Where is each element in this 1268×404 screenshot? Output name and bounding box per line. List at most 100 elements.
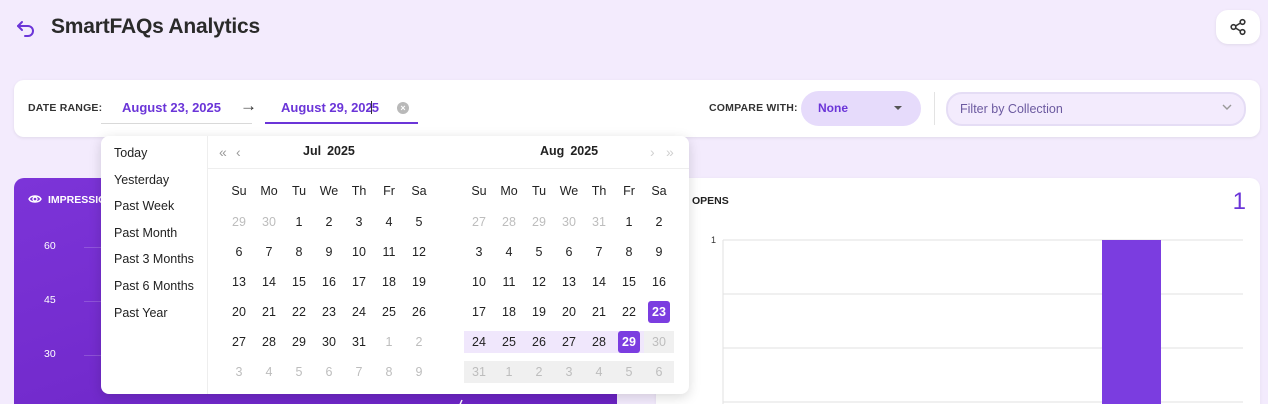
calendar-day[interactable]: 9 bbox=[404, 361, 434, 383]
prev-month-icon[interactable]: ‹ bbox=[236, 144, 241, 160]
calendar-day[interactable]: 27 bbox=[554, 331, 584, 353]
calendar-day[interactable]: 12 bbox=[404, 241, 434, 263]
calendar-day[interactable]: 30 bbox=[254, 211, 284, 233]
next-year-icon[interactable]: » bbox=[666, 144, 674, 160]
calendar-day[interactable]: 28 bbox=[584, 331, 614, 353]
calendar-day[interactable]: 27 bbox=[464, 211, 494, 233]
clear-date-icon[interactable]: × bbox=[397, 102, 409, 114]
calendar-day[interactable]: 2 bbox=[404, 331, 434, 353]
calendar-day[interactable]: 20 bbox=[554, 301, 584, 323]
calendar-day[interactable]: 22 bbox=[284, 301, 314, 323]
calendar-day[interactable]: 6 bbox=[314, 361, 344, 383]
preset-option[interactable]: Past Week bbox=[101, 197, 207, 224]
calendar-day[interactable]: 29 bbox=[224, 211, 254, 233]
preset-option[interactable]: Past 3 Months bbox=[101, 250, 207, 277]
calendar-day[interactable]: 4 bbox=[374, 211, 404, 233]
calendar-day[interactable]: 19 bbox=[524, 301, 554, 323]
calendar-day[interactable]: 28 bbox=[254, 331, 284, 353]
calendar-day[interactable]: 31 bbox=[584, 211, 614, 233]
calendar-day[interactable]: 24 bbox=[344, 301, 374, 323]
calendar-day[interactable]: 28 bbox=[494, 211, 524, 233]
calendar-day[interactable]: 14 bbox=[584, 271, 614, 293]
calendar-day[interactable]: 3 bbox=[464, 241, 494, 263]
calendar-day[interactable]: 9 bbox=[314, 241, 344, 263]
calendar-day[interactable]: 10 bbox=[464, 271, 494, 293]
calendar-day[interactable]: 10 bbox=[344, 241, 374, 263]
end-date-input[interactable]: August 29, 2025 bbox=[265, 98, 418, 124]
calendar-day[interactable]: 23 bbox=[314, 301, 344, 323]
calendar-day[interactable]: 8 bbox=[374, 361, 404, 383]
calendar-day[interactable]: 20 bbox=[224, 301, 254, 323]
calendar-day[interactable]: 14 bbox=[254, 271, 284, 293]
calendar-day[interactable]: 19 bbox=[404, 271, 434, 293]
calendar-day[interactable]: 4 bbox=[254, 361, 284, 383]
calendar-day[interactable]: 15 bbox=[284, 271, 314, 293]
calendar-day[interactable]: 30 bbox=[314, 331, 344, 353]
calendar-day[interactable]: 5 bbox=[404, 211, 434, 233]
calendar-day[interactable]: 6 bbox=[554, 241, 584, 263]
calendar-day[interactable]: 3 bbox=[224, 361, 254, 383]
calendar-day[interactable]: 21 bbox=[254, 301, 284, 323]
calendar-day[interactable]: 25 bbox=[494, 331, 524, 353]
calendar-day[interactable]: 18 bbox=[494, 301, 524, 323]
calendar-day[interactable]: 31 bbox=[344, 331, 374, 353]
calendar-day[interactable]: 26 bbox=[404, 301, 434, 323]
calendar-day[interactable]: 30 bbox=[644, 331, 674, 353]
calendar-day[interactable]: 6 bbox=[224, 241, 254, 263]
calendar-day[interactable]: 2 bbox=[524, 361, 554, 383]
calendar-day[interactable]: 4 bbox=[584, 361, 614, 383]
calendar-day[interactable]: 1 bbox=[284, 211, 314, 233]
calendar-day[interactable]: 16 bbox=[644, 271, 674, 293]
calendar-day[interactable]: 3 bbox=[344, 211, 374, 233]
calendar-day[interactable]: 5 bbox=[614, 361, 644, 383]
calendar-day[interactable]: 6 bbox=[644, 361, 674, 383]
calendar-day[interactable]: 1 bbox=[374, 331, 404, 353]
calendar-day[interactable]: 9 bbox=[644, 241, 674, 263]
calendar-day[interactable]: 5 bbox=[524, 241, 554, 263]
compare-with-select[interactable]: None bbox=[801, 91, 921, 126]
calendar-day[interactable]: 3 bbox=[554, 361, 584, 383]
back-arrow-icon[interactable] bbox=[15, 17, 37, 39]
start-date-input[interactable]: August 23, 2025 bbox=[101, 98, 252, 124]
calendar-day[interactable]: 7 bbox=[344, 361, 374, 383]
opens-bar[interactable] bbox=[1102, 240, 1161, 404]
calendar-day[interactable]: 7 bbox=[584, 241, 614, 263]
collection-filter-select[interactable]: Filter by Collection bbox=[946, 92, 1246, 126]
preset-option[interactable]: Past Year bbox=[101, 304, 207, 331]
calendar-day[interactable]: 11 bbox=[494, 271, 524, 293]
calendar-day[interactable]: 21 bbox=[584, 301, 614, 323]
calendar-day[interactable]: 8 bbox=[284, 241, 314, 263]
calendar-day-selected[interactable]: 29 bbox=[618, 331, 640, 353]
calendar-day[interactable]: 5 bbox=[284, 361, 314, 383]
calendar-day[interactable]: 17 bbox=[464, 301, 494, 323]
calendar-day[interactable]: 2 bbox=[314, 211, 344, 233]
calendar-day[interactable]: 1 bbox=[614, 211, 644, 233]
calendar-day[interactable]: 18 bbox=[374, 271, 404, 293]
preset-option[interactable]: Past 6 Months bbox=[101, 277, 207, 304]
calendar-day[interactable]: 12 bbox=[524, 271, 554, 293]
calendar-day[interactable]: 15 bbox=[614, 271, 644, 293]
calendar-day-selected[interactable]: 23 bbox=[648, 301, 670, 323]
preset-option[interactable]: Today bbox=[101, 144, 207, 171]
calendar-day[interactable]: 8 bbox=[614, 241, 644, 263]
calendar-day[interactable]: 7 bbox=[254, 241, 284, 263]
calendar-day[interactable]: 31 bbox=[464, 361, 494, 383]
next-month-icon[interactable]: › bbox=[650, 144, 655, 160]
calendar-day[interactable]: 11 bbox=[374, 241, 404, 263]
calendar-day[interactable]: 26 bbox=[524, 331, 554, 353]
calendar-day[interactable]: 16 bbox=[314, 271, 344, 293]
calendar-day[interactable]: 13 bbox=[224, 271, 254, 293]
calendar-day[interactable]: 25 bbox=[374, 301, 404, 323]
share-button[interactable] bbox=[1216, 10, 1260, 44]
calendar-day[interactable]: 17 bbox=[344, 271, 374, 293]
calendar-day[interactable]: 30 bbox=[554, 211, 584, 233]
calendar-day[interactable]: 1 bbox=[494, 361, 524, 383]
calendar-day[interactable]: 27 bbox=[224, 331, 254, 353]
calendar-day[interactable]: 29 bbox=[284, 331, 314, 353]
preset-option[interactable]: Past Month bbox=[101, 224, 207, 251]
calendar-day[interactable]: 29 bbox=[524, 211, 554, 233]
calendar-day[interactable]: 2 bbox=[644, 211, 674, 233]
calendar-day[interactable]: 24 bbox=[464, 331, 494, 353]
prev-year-icon[interactable]: « bbox=[219, 144, 227, 160]
calendar-day[interactable]: 4 bbox=[494, 241, 524, 263]
